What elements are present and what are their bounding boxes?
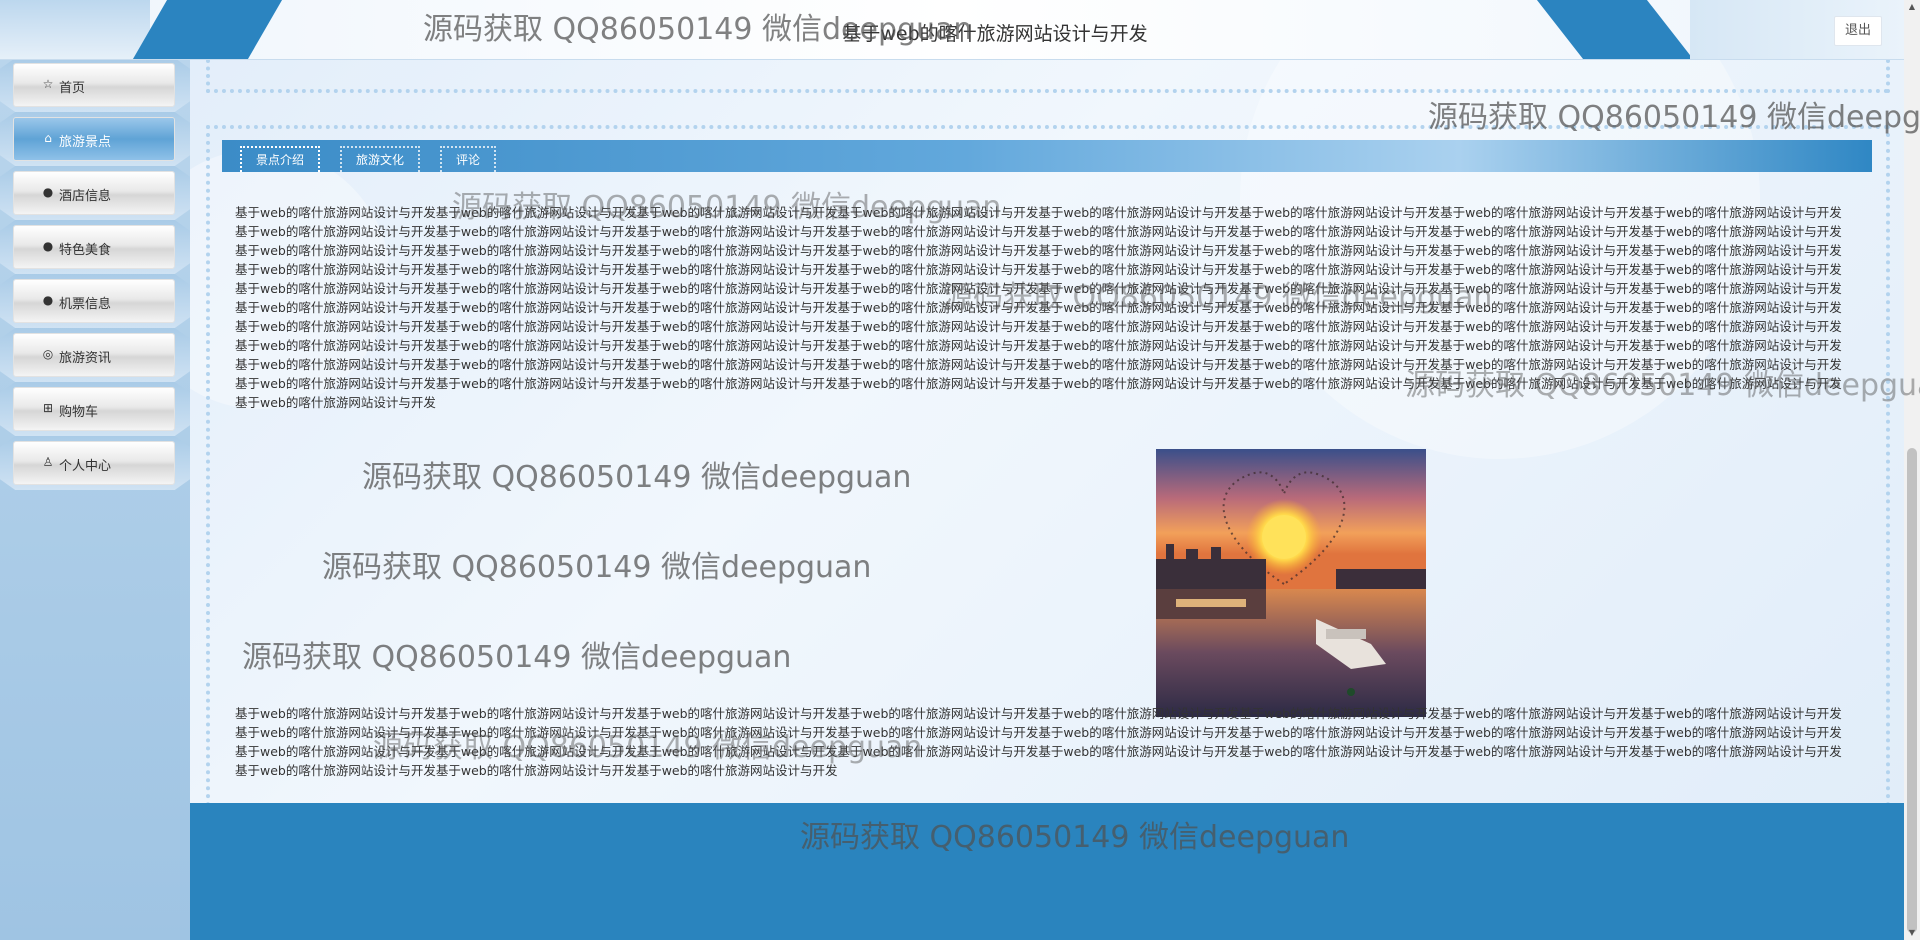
globe-icon: ◎ <box>42 347 54 361</box>
scroll-down-icon[interactable]: ▼ <box>1904 926 1920 940</box>
intro-text-upper: 基于web的喀什旅游网站设计与开发基于web的喀什旅游网站设计与开发基于web的… <box>235 205 1842 410</box>
sidebar-item[interactable]: ◎ 旅游资讯 <box>14 334 174 376</box>
tab-2[interactable]: 评论 <box>440 146 497 172</box>
question-icon: ● <box>42 239 54 253</box>
sidebar-item[interactable]: ● 机票信息 <box>14 280 174 322</box>
main-content: 景点介绍 旅游文化 评论 基于web的喀什旅游网站设计与开发基于web的喀什旅游网站… <box>190 59 1904 803</box>
scrollbar[interactable]: ▲ ▼ <box>1904 0 1920 940</box>
sidebar-item-label: 特色美食 <box>59 243 112 258</box>
intro-text-lower: 基于web的喀什旅游网站设计与开发基于web的喀什旅游网站设计与开发基于web的… <box>235 706 1842 778</box>
tab-bar: 景点介绍 旅游文化 评论 <box>222 140 1872 172</box>
sidebar-item-label: 机票信息 <box>59 297 112 312</box>
info-icon: ● <box>42 293 54 307</box>
header: 基于web的喀什旅游网站设计与开发 退出 <box>0 0 1904 60</box>
logout-button[interactable]: 退出 <box>1834 16 1882 46</box>
site-title: 基于web的喀什旅游网站设计与开发 <box>842 23 1148 45</box>
sidebar-item[interactable]: ⊞ 购物车 <box>14 388 174 430</box>
sidebar-item-label: 旅游景点 <box>59 135 112 150</box>
sidebar-item-label: 首页 <box>59 81 86 96</box>
cart-icon: ⊞ <box>42 401 54 415</box>
home-icon: ⌂ <box>44 131 52 145</box>
sidebar-item[interactable]: ⌂ 旅游景点 <box>14 118 174 160</box>
scroll-up-icon[interactable]: ▲ <box>1904 0 1920 14</box>
footer <box>190 803 1904 940</box>
info-icon: ● <box>42 185 54 199</box>
sidebar-item[interactable]: ☆ 首页 <box>14 64 174 106</box>
sidebar-item-label: 个人中心 <box>59 459 112 474</box>
sunset-river-image <box>1156 449 1426 717</box>
sidebar-item[interactable]: ♙ 个人中心 <box>14 442 174 484</box>
top-band <box>206 59 1890 93</box>
attraction-photo <box>1156 449 1426 717</box>
star-icon: ☆ <box>42 77 54 91</box>
sidebar-item-label: 旅游资讯 <box>59 351 112 366</box>
tab-0[interactable]: 景点介绍 <box>240 146 321 172</box>
tab-1[interactable]: 旅游文化 <box>340 146 421 172</box>
scrollbar-thumb[interactable] <box>1907 448 1917 933</box>
sidebar-item-label: 购物车 <box>59 405 99 420</box>
sidebar-item-label: 酒店信息 <box>59 189 112 204</box>
sidebar-item[interactable]: ● 特色美食 <box>14 226 174 268</box>
sidebar: ☆ 首页 ⌂ 旅游景点 ● 酒店信息 ● 特色美食 ● 机票信息 ◎ 旅游资讯 ⊞ 购物车 ♙ 个人中心 <box>0 58 190 940</box>
sidebar-item[interactable]: ● 酒店信息 <box>14 172 174 214</box>
user-icon: ♙ <box>42 455 54 469</box>
